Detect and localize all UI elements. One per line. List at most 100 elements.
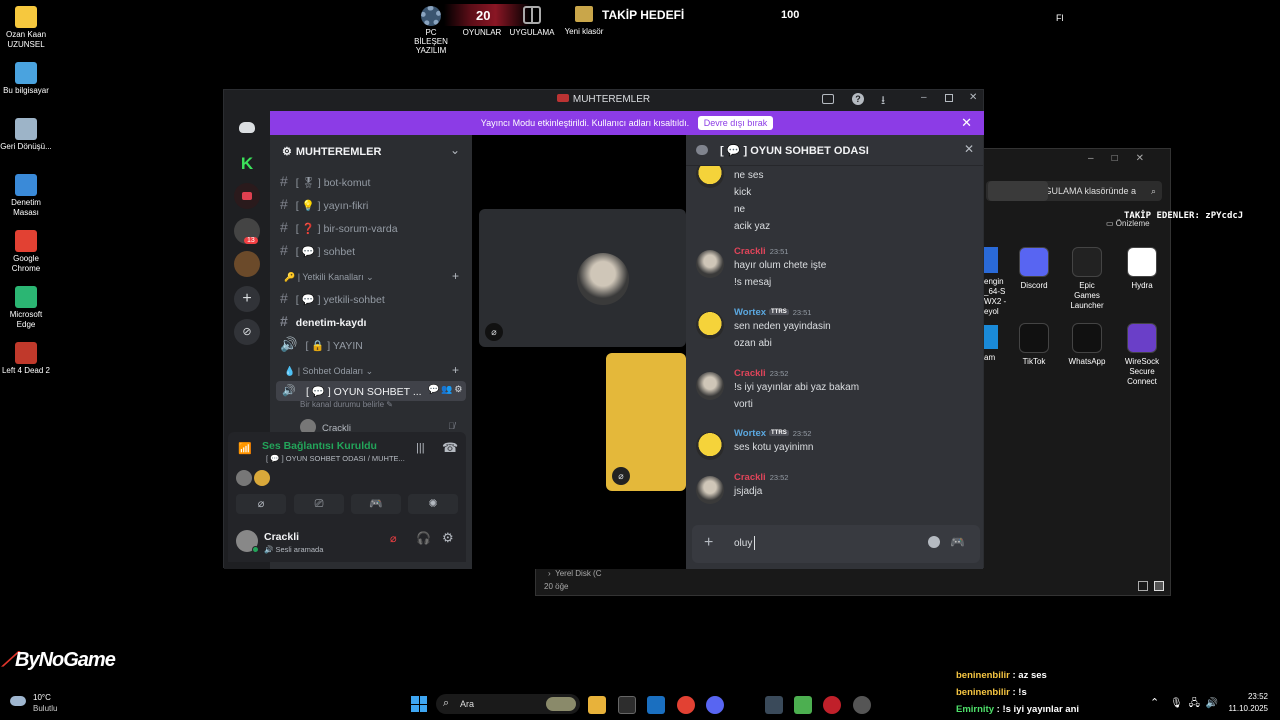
explorer-window-controls[interactable]: –□✕ xyxy=(1088,153,1162,164)
app-icon xyxy=(1072,247,1102,277)
gamepad-icon[interactable]: 🎮 xyxy=(950,535,965,549)
weather-temp[interactable]: 10°C xyxy=(33,693,51,702)
close-banner-icon[interactable]: ✕ xyxy=(961,111,972,135)
app-icon[interactable] xyxy=(984,325,998,349)
activity-button[interactable]: 🎮 xyxy=(351,494,401,514)
avatar[interactable] xyxy=(696,311,724,339)
voice-status-hint[interactable]: Bir kanal durumu belirle ✎ xyxy=(300,400,393,409)
windows-start-icon[interactable] xyxy=(411,696,427,712)
plus-icon[interactable]: + xyxy=(704,534,713,552)
explorer-app-item[interactable]: Epic Games Launcher xyxy=(1067,247,1107,311)
file-explorer-taskbar-icon[interactable] xyxy=(588,696,606,714)
taskbar-search[interactable]: ⌕ Ara xyxy=(436,694,580,714)
app-folder-shortcut[interactable]: UYGULAMA xyxy=(508,6,556,37)
help-icon[interactable]: ? xyxy=(852,93,864,105)
tiles-view-icon[interactable] xyxy=(1154,581,1164,591)
new-folder-shortcut[interactable]: Yeni klasör xyxy=(562,6,606,36)
add-channel-icon[interactable]: + xyxy=(452,269,459,283)
avatar[interactable] xyxy=(696,250,724,278)
disable-streamer-mode-button[interactable]: Devre dışı bırak xyxy=(697,116,774,130)
desktop-icon[interactable]: Bu bilgisayar xyxy=(0,62,52,96)
outlook-taskbar-icon[interactable] xyxy=(647,696,665,714)
avatar xyxy=(236,470,252,486)
avatar[interactable] xyxy=(696,372,724,400)
nvidia-taskbar-icon[interactable] xyxy=(794,696,812,714)
camera-off-button[interactable]: ⌀ xyxy=(236,494,286,514)
avatar[interactable] xyxy=(696,476,724,504)
voice-channel-actions-icon[interactable]: 💬👥⚙ xyxy=(428,384,464,395)
minimize-button[interactable]: – xyxy=(921,92,927,103)
mic-muted-icon[interactable]: ⌀ xyxy=(390,532,397,545)
emoji-icon[interactable] xyxy=(928,536,940,548)
category-sohbet[interactable]: 💧 | Sohbet Odaları ⌄ xyxy=(284,366,373,377)
explorer-app-item[interactable]: TikTok xyxy=(1014,323,1054,367)
details-view-icon[interactable] xyxy=(1138,581,1148,591)
channel-item[interactable]: # [ 🎖 ] bot-komut xyxy=(280,173,370,189)
app-icon[interactable] xyxy=(984,247,998,273)
explorer-app-item[interactable]: WireSock Secure Connect xyxy=(1122,323,1162,387)
soundboard-button[interactable]: ✺ xyxy=(408,494,458,514)
channel-label: [ 💡 ] yayın-fikri xyxy=(295,200,369,212)
soundwave-icon[interactable]: ||| xyxy=(416,442,425,454)
explorer-address-bar[interactable] xyxy=(988,181,1048,201)
discover-icon[interactable]: ⊘ xyxy=(234,319,260,345)
headphones-icon[interactable]: 🎧 xyxy=(416,531,431,545)
channel-item[interactable]: # [ ❓ ] bir-sorum-varda xyxy=(280,219,398,235)
desktop-icon[interactable]: Geri Dönüşü... xyxy=(0,118,52,152)
message-author[interactable]: Crackli 23:52 xyxy=(734,368,788,379)
channel-item[interactable]: # [ 💬 ] yetkili-sohbet xyxy=(280,290,385,306)
chevron-down-icon[interactable]: ⌄ xyxy=(450,143,460,157)
screen-share-button[interactable]: ⎚ xyxy=(294,494,344,514)
channel-item[interactable]: # denetim-kaydı xyxy=(280,313,366,329)
desktop-icon[interactable]: Microsoft Edge xyxy=(0,286,52,330)
channel-label: [ 💬 ] yetkili-sohbet xyxy=(295,294,385,306)
discord-home-icon[interactable] xyxy=(234,114,260,140)
discord-taskbar-icon[interactable] xyxy=(706,696,724,714)
message-author[interactable]: Crackli 23:52 xyxy=(734,472,788,483)
close-window-button[interactable]: ✕ xyxy=(969,92,977,103)
category-yetkili[interactable]: 🔑 | Yetkili Kanalları ⌄ xyxy=(284,272,374,283)
explorer-app-item[interactable]: WhatsApp xyxy=(1067,323,1107,367)
app-taskbar-icon[interactable] xyxy=(765,696,783,714)
channel-item[interactable]: # [ 💡 ] yayın-fikri xyxy=(280,196,368,212)
server-icon-red[interactable] xyxy=(234,183,260,209)
store-taskbar-icon[interactable] xyxy=(618,696,636,714)
channel-item[interactable]: 🔊 [ 🔒 ] YAYIN xyxy=(280,336,363,353)
explorer-app-item[interactable]: Discord xyxy=(1014,247,1054,291)
tree-item-local-disk[interactable]: › Yerel Disk (C xyxy=(548,569,602,578)
kick-server-icon[interactable]: K xyxy=(234,151,260,177)
message-author[interactable]: Wortex TTRS 23:52 xyxy=(734,428,811,439)
disconnect-icon[interactable]: ☎ xyxy=(442,440,458,456)
desktop-icon[interactable]: Ozan Kaan UZUNSEL xyxy=(0,6,52,50)
message-author[interactable]: Wortex TTRS 23:51 xyxy=(734,307,811,318)
desktop-icon[interactable]: Denetim Masası xyxy=(0,174,52,218)
message-list: ne ses kick ne acik yaz Crackli 23:51 hayır ol… xyxy=(686,166,983,522)
message-input[interactable]: + oluy 🎮 xyxy=(692,525,980,563)
avatar[interactable] xyxy=(696,166,724,188)
server-header[interactable]: ⚙ MUHTEREMLER xyxy=(282,145,381,158)
desktop-icon[interactable]: Google Chrome xyxy=(0,230,52,274)
add-server-icon[interactable]: + xyxy=(234,286,260,312)
maximize-button[interactable] xyxy=(945,94,953,102)
server-icon-muhteremler[interactable] xyxy=(234,251,260,277)
message-author[interactable]: Crackli 23:51 xyxy=(734,246,788,257)
close-chat-icon[interactable]: ✕ xyxy=(964,142,974,156)
server-gear-icon: ⚙ xyxy=(282,146,292,158)
video-tile-crackli[interactable]: ⌀ xyxy=(479,209,686,347)
voice-channel-active[interactable]: 🔊 [ 💬 ] OYUN SOHBET ... 💬👥⚙ xyxy=(276,381,466,401)
add-channel-icon-2[interactable]: + xyxy=(452,363,459,377)
explorer-app-item[interactable]: Hydra xyxy=(1122,247,1162,291)
video-tile-wortex[interactable]: ⌀ xyxy=(606,353,686,491)
system-tray-icons[interactable]: 🎙🖧🔊 xyxy=(1170,696,1224,713)
desktop-icon[interactable]: Left 4 Dead 2 xyxy=(0,342,52,376)
app-taskbar-icon-2[interactable] xyxy=(853,696,871,714)
obs-taskbar-icon[interactable] xyxy=(823,696,841,714)
clock-time[interactable]: 23:52 xyxy=(1220,692,1268,701)
inbox-icon[interactable] xyxy=(822,94,834,104)
avatar[interactable] xyxy=(696,432,724,460)
chrome-taskbar-icon[interactable] xyxy=(677,696,695,714)
download-icon[interactable]: ⭳ xyxy=(881,91,885,112)
settings-gear-icon[interactable]: ⚙ xyxy=(442,530,454,546)
chevron-up-icon[interactable]: ⌃ xyxy=(1150,696,1159,709)
channel-item[interactable]: # [ 💬 ] sohbet xyxy=(280,242,355,258)
